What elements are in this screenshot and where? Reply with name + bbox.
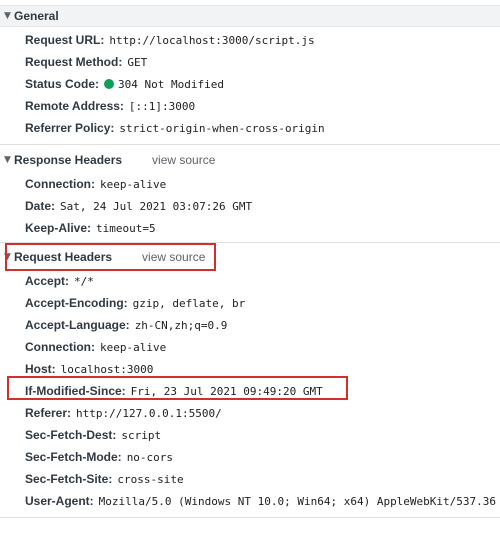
header-value[interactable]: 304 Not Modified — [118, 78, 224, 91]
header-value[interactable]: localhost:3000 — [61, 363, 154, 376]
general-row-request-method: Request Method: GET — [25, 51, 500, 73]
header-value[interactable]: no-cors — [127, 451, 173, 464]
header-key: Remote Address: — [25, 99, 124, 113]
general-rows: Request URL: http://localhost:3000/scrip… — [25, 29, 500, 139]
header-value[interactable]: GET — [127, 56, 147, 69]
request-row: Host: localhost:3000 — [25, 358, 500, 380]
header-value[interactable]: Mozilla/5.0 (Windows NT 10.0; Win64; x64… — [99, 495, 496, 508]
header-key: Status Code: — [25, 77, 100, 91]
header-key: Date: — [25, 199, 56, 213]
general-header[interactable]: ▼ General — [0, 5, 500, 27]
request-row-if-modified-since: If-Modified-Since: Fri, 23 Jul 2021 09:4… — [25, 380, 500, 402]
header-key: Sec-Fetch-Dest: — [25, 428, 117, 442]
header-key: Keep-Alive: — [25, 221, 92, 235]
request-row: Sec-Fetch-Mode: no-cors — [25, 446, 500, 468]
header-value[interactable]: keep-alive — [100, 178, 166, 191]
header-key: Host: — [25, 362, 56, 376]
status-ok-icon — [104, 79, 115, 89]
request-row: Accept-Encoding: gzip, deflate, br — [25, 292, 500, 314]
expand-triangle-icon: ▼ — [4, 11, 11, 21]
header-value[interactable]: http://127.0.0.1:5500/ — [76, 407, 222, 420]
response-row: Connection: keep-alive — [25, 173, 500, 195]
general-title: General — [14, 9, 59, 23]
expand-triangle-icon: ▼ — [4, 155, 11, 165]
header-key: Sec-Fetch-Mode: — [25, 450, 122, 464]
request-row: Sec-Fetch-Site: cross-site — [25, 468, 500, 490]
header-key: Referer: — [25, 406, 72, 420]
status-value-wrap: 304 Not Modified — [104, 78, 224, 91]
view-source-link[interactable]: view source — [142, 250, 205, 264]
header-key: Accept-Language: — [25, 318, 130, 332]
request-row: Sec-Fetch-Dest: script — [25, 424, 500, 446]
request-row: Referer: http://127.0.0.1:5500/ — [25, 402, 500, 424]
request-headers-title: Request Headers — [14, 250, 113, 264]
header-value[interactable]: [::1]:3000 — [129, 100, 195, 113]
header-key: User-Agent: — [25, 494, 94, 508]
header-key: Referrer Policy: — [25, 121, 115, 135]
header-key: If-Modified-Since: — [25, 384, 126, 398]
header-key: Request Method: — [25, 55, 123, 69]
header-key: Request URL: — [25, 33, 105, 47]
header-key: Connection: — [25, 340, 95, 354]
general-row-status-code: Status Code: 304 Not Modified — [25, 73, 500, 95]
header-value[interactable]: Fri, 23 Jul 2021 09:49:20 GMT — [131, 385, 323, 398]
header-value[interactable]: zh-CN,zh;q=0.9 — [135, 319, 228, 332]
header-value[interactable]: script — [121, 429, 161, 442]
header-key: Sec-Fetch-Site: — [25, 472, 113, 486]
header-value[interactable]: Sat, 24 Jul 2021 03:07:26 GMT — [60, 200, 252, 213]
request-header-rows: Accept: */* Accept-Encoding: gzip, defla… — [25, 270, 500, 512]
request-headers-header[interactable]: ▼ Request Headers view source — [0, 246, 500, 268]
expand-triangle-icon: ▼ — [4, 252, 11, 262]
header-value[interactable]: strict-origin-when-cross-origin — [119, 122, 324, 135]
response-row: Keep-Alive: timeout=5 — [25, 217, 500, 239]
response-headers-section: ▼ Response Headers view source Connectio… — [0, 145, 500, 243]
header-value[interactable]: timeout=5 — [96, 222, 156, 235]
header-value[interactable]: cross-site — [117, 473, 183, 486]
general-row-referrer-policy: Referrer Policy: strict-origin-when-cros… — [25, 117, 500, 139]
header-value[interactable]: http://localhost:3000/script.js — [109, 34, 314, 47]
request-row: Accept-Language: zh-CN,zh;q=0.9 — [25, 314, 500, 336]
general-row-remote-address: Remote Address: [::1]:3000 — [25, 95, 500, 117]
request-row: Connection: keep-alive — [25, 336, 500, 358]
response-headers-title: Response Headers — [14, 153, 123, 167]
request-headers-section: ▼ Request Headers view source Accept: */… — [0, 243, 500, 518]
header-value[interactable]: gzip, deflate, br — [133, 297, 246, 310]
header-value[interactable]: */* — [74, 275, 94, 288]
header-key: Connection: — [25, 177, 95, 191]
header-value[interactable]: keep-alive — [100, 341, 166, 354]
general-section: ▼ General Request URL: http://localhost:… — [0, 0, 500, 145]
request-row: User-Agent: Mozilla/5.0 (Windows NT 10.0… — [25, 490, 500, 512]
request-row: Accept: */* — [25, 270, 500, 292]
view-source-link[interactable]: view source — [152, 153, 215, 167]
general-row-request-url: Request URL: http://localhost:3000/scrip… — [25, 29, 500, 51]
response-headers-header[interactable]: ▼ Response Headers view source — [0, 149, 500, 171]
header-key: Accept-Encoding: — [25, 296, 128, 310]
response-row: Date: Sat, 24 Jul 2021 03:07:26 GMT — [25, 195, 500, 217]
header-key: Accept: — [25, 274, 70, 288]
response-header-rows: Connection: keep-alive Date: Sat, 24 Jul… — [25, 173, 500, 239]
